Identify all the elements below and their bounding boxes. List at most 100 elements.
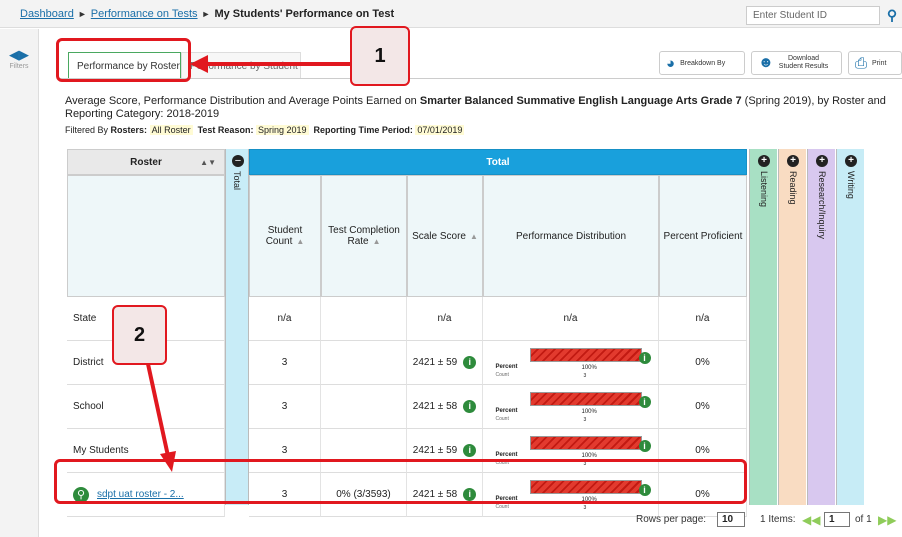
top-bar: Dashboard ► Performance on Tests ► My Studen… [0,0,902,28]
callout-1: 1 [350,26,410,86]
rosters-label: Rosters: [110,125,148,135]
test-reason-label: Test Reason: [197,125,254,135]
percent-proficient-cell: 0% [659,341,747,385]
performance-bar: i [529,347,651,364]
breadcrumb-separator-icon: ► [201,9,211,19]
performance-distribution-cell: i Percent Count 100% 3 [483,385,659,429]
performance-bar-chart: i Percent Count 100% 3 [495,344,651,382]
percent-label: Percent [495,407,518,414]
percent-value: 100% [581,364,597,371]
total-collapse-column: − Total [225,149,249,505]
completion-rate-label: Test Completion Rate [328,225,400,247]
highlight-roster-row-box [54,459,747,504]
count-value: 3 [583,504,587,511]
expand-claim-icon[interactable]: + [845,155,857,167]
breakdown-label: Breakdown By [680,59,726,67]
expand-claim-icon[interactable]: + [758,155,770,167]
rosters-value: All Roster [149,125,193,135]
reporting-period-label: Reporting Time Period: [313,125,413,135]
performance-bar-chart: i Percent Count 100% 3 [495,388,651,426]
info-icon[interactable]: i [463,444,477,457]
info-icon[interactable]: i [463,356,477,369]
expand-claim-icon[interactable]: + [787,155,799,167]
scale-score-label: Scale Score [412,230,466,242]
student-id-input[interactable]: Enter Student ID [746,6,880,25]
page-number-input[interactable]: 1 [824,512,850,527]
scale-score-value: 2421 ± 59 [412,357,458,368]
count-label: Count [495,503,509,510]
heading-test-name: Smarter Balanced Summative English Langu… [419,95,742,107]
percent-proficient-cell: n/a [659,297,747,341]
breadcrumb-performance-on-tests[interactable]: Performance on Tests [91,8,198,20]
search-icon[interactable]: ⚲ [882,5,902,25]
percent-value: 100% [581,408,597,415]
count-value: 3 [583,372,587,379]
performance-distribution-cell: n/a [483,297,659,341]
print-button[interactable]: ⎙ Print [848,51,902,75]
page-total: of 1 [855,514,872,525]
count-label: Count [495,371,509,378]
filters-toggle[interactable]: ◀▶ Filters [8,48,30,70]
total-group-header: Total [249,149,747,175]
scale-score-value: 2421 ± 58 [412,401,458,412]
student-count-cell: 3 [249,341,321,385]
student-count-cell: n/a [249,297,321,341]
breakdown-by-button[interactable]: ◕ Breakdown By [659,51,745,75]
download-student-results-button[interactable]: ☻ Download Student Results [751,51,842,75]
total-vertical-label: Total [232,171,242,191]
test-reason-value: Spring 2019 [255,125,309,135]
scale-score-cell: 2421 ± 58 i [407,385,483,429]
left-rail: ◀▶ Filters [0,29,39,537]
sort-icon[interactable]: ▲ [470,232,478,241]
count-label: Count [495,415,509,422]
rows-per-page-label: Rows per page: [636,514,707,525]
info-icon[interactable]: i [638,395,651,408]
printer-icon: ⎙ [855,54,868,72]
breadcrumb-dashboard[interactable]: Dashboard [20,8,74,20]
claim-label: Reading [788,171,798,205]
claim-column-reading: + Reading [778,149,806,505]
results-table: Roster ▲▼ − Total Total Student Count ▲ T… [67,149,865,517]
download-users-icon: ☻ [758,54,774,71]
collapse-total-icon[interactable]: − [232,155,244,167]
info-icon[interactable]: i [638,351,651,364]
breadcrumb-current: My Students' Performance on Test [214,8,395,20]
scale-score-value: 2421 ± 59 [412,445,458,456]
student-count-header[interactable]: Student Count ▲ [249,175,321,297]
highlight-tab-box [56,38,191,82]
claim-column-research-inquiry: + Research/Inquiry [807,149,835,505]
roster-header-body [67,175,225,297]
scale-score-cell: n/a [407,297,483,341]
claim-label: Listening [759,171,769,208]
student-count-cell: 3 [249,385,321,429]
completion-rate-cell [321,297,407,341]
filters-label: Filters [9,63,29,70]
scale-score-header[interactable]: Scale Score ▲ [407,175,483,297]
heading-prefix: Average Score, Performance Distribution … [65,95,420,107]
next-page-icon[interactable]: ▶▶ [878,513,896,527]
rows-per-page-select[interactable]: 10 [717,512,745,527]
sort-icon[interactable]: ▲ [296,237,304,246]
filtered-by-label: Filtered By [65,125,109,135]
breadcrumb: Dashboard ► Performance on Tests ► My Studen… [20,8,394,20]
completion-rate-header[interactable]: Test Completion Rate ▲ [321,175,407,297]
percent-value: 100% [581,452,597,459]
items-count: 1 Items: [760,514,796,525]
arrow-1 [190,55,350,73]
completion-rate-cell [321,341,407,385]
reporting-period-value: 07/01/2019 [415,125,465,135]
sort-icon[interactable]: ▲ [373,237,381,246]
sort-icon[interactable]: ▲▼ [200,158,216,167]
info-icon[interactable]: i [463,400,477,413]
callout-2: 2 [112,305,167,365]
percent-proficient-header: Percent Proficient [659,175,747,297]
previous-page-icon[interactable]: ◀◀ [802,513,820,527]
performance-distribution-header: Performance Distribution [483,175,659,297]
roster-header-label: Roster [130,156,162,168]
pie-chart-icon: ◕ [666,54,676,72]
expand-claim-icon[interactable]: + [816,155,828,167]
info-icon[interactable]: i [638,439,651,452]
performance-bar: i [529,391,651,408]
roster-column-header[interactable]: Roster ▲▼ [67,149,225,175]
filter-summary: Filtered By Rosters: All Roster Test Rea… [65,125,465,135]
